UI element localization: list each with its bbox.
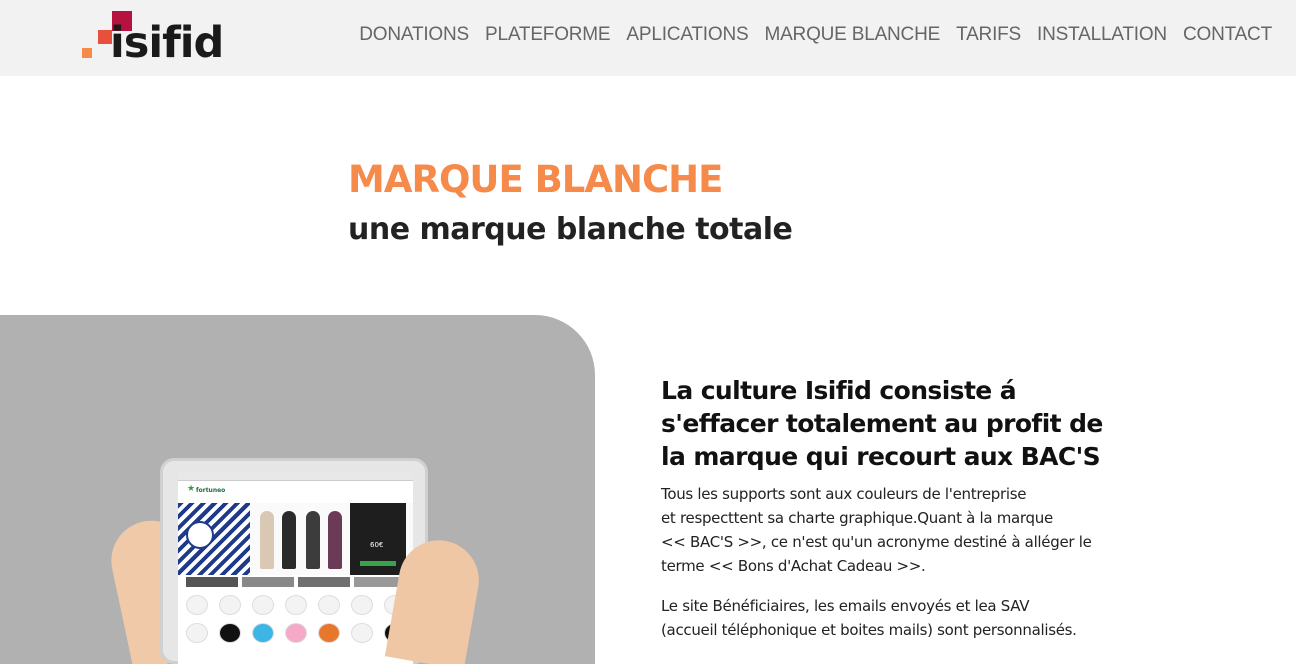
paragraph-line: (accueil téléphonique et boites mails) s… <box>661 621 1077 639</box>
page-title: MARQUE BLANCHE <box>348 158 723 201</box>
promo-card: 60€ <box>350 503 406 575</box>
paragraph-line: Tous les supports sont aux couleurs de l… <box>661 485 1027 503</box>
browser-bar <box>178 473 413 481</box>
section-heading: La culture Isifid consiste á s'effacer t… <box>661 376 1103 471</box>
nav-item-installation[interactable]: INSTALLATION <box>1037 24 1167 46</box>
partner-logo-icon <box>351 595 373 615</box>
model-figure <box>260 511 274 569</box>
tablet-screen: ★ fortuneo 60€ <box>178 473 413 664</box>
category-strip <box>298 577 350 587</box>
partner-logo-icon <box>285 623 307 643</box>
logo-text: isifid <box>110 18 224 68</box>
paragraph-supports: Tous les supports sont aux couleurs de l… <box>661 482 1101 578</box>
partner-logo-icon <box>186 595 208 615</box>
site-header: isifid DONATIONS PLATEFORME APLICATIONS … <box>0 0 1296 76</box>
main-nav: DONATIONS PLATEFORME APLICATIONS MARQUE … <box>359 24 1272 46</box>
partner-logo-icon <box>252 595 274 615</box>
model-figure <box>328 511 342 569</box>
adidas-logo-icon <box>186 623 208 643</box>
partner-logos-row <box>186 595 406 615</box>
partner-logos-row <box>186 623 406 643</box>
star-icon: ★ <box>187 484 196 494</box>
nav-item-marque-blanche[interactable]: MARQUE BLANCHE <box>764 24 940 46</box>
partner-logo-icon <box>219 623 241 643</box>
category-strip <box>242 577 294 587</box>
tablet-site-logo: fortuneo <box>196 487 226 494</box>
model-figure <box>306 511 320 569</box>
nav-item-contact[interactable]: CONTACT <box>1183 24 1272 46</box>
paragraph-line: << BAC'S >>, ce n'est qu'un acronyme des… <box>661 533 1092 551</box>
category-strip <box>186 577 238 587</box>
partner-logo-icon <box>318 595 340 615</box>
nav-item-tarifs[interactable]: TARIFS <box>956 24 1021 46</box>
paragraph-line: terme << Bons d'Achat Cadeau >>. <box>661 557 926 575</box>
partner-logo-icon <box>219 595 241 615</box>
logo-square-icon <box>82 48 92 58</box>
promo-value: 60€ <box>370 541 384 549</box>
brand-badge-icon <box>186 521 214 549</box>
paragraph-line: et respecttent sa charte graphique.Quant… <box>661 509 1053 527</box>
model-figure <box>282 511 296 569</box>
nav-item-plateforme[interactable]: PLATEFORME <box>485 24 611 46</box>
partner-logo-icon <box>318 623 340 643</box>
isifid-logo[interactable]: isifid <box>82 10 232 68</box>
paragraph-line: Le site Bénéficiaires, les emails envoyé… <box>661 597 1030 615</box>
partner-logo-icon <box>252 623 274 643</box>
partner-logo-icon <box>351 623 373 643</box>
nav-item-donations[interactable]: DONATIONS <box>359 24 469 46</box>
nav-item-aplications[interactable]: APLICATIONS <box>626 24 748 46</box>
partner-logo-icon <box>285 595 307 615</box>
promo-button <box>360 561 396 566</box>
page-subtitle: une marque blanche totale <box>348 212 793 247</box>
paragraph-personalisation: Le site Bénéficiaires, les emails envoyé… <box>661 594 1101 642</box>
